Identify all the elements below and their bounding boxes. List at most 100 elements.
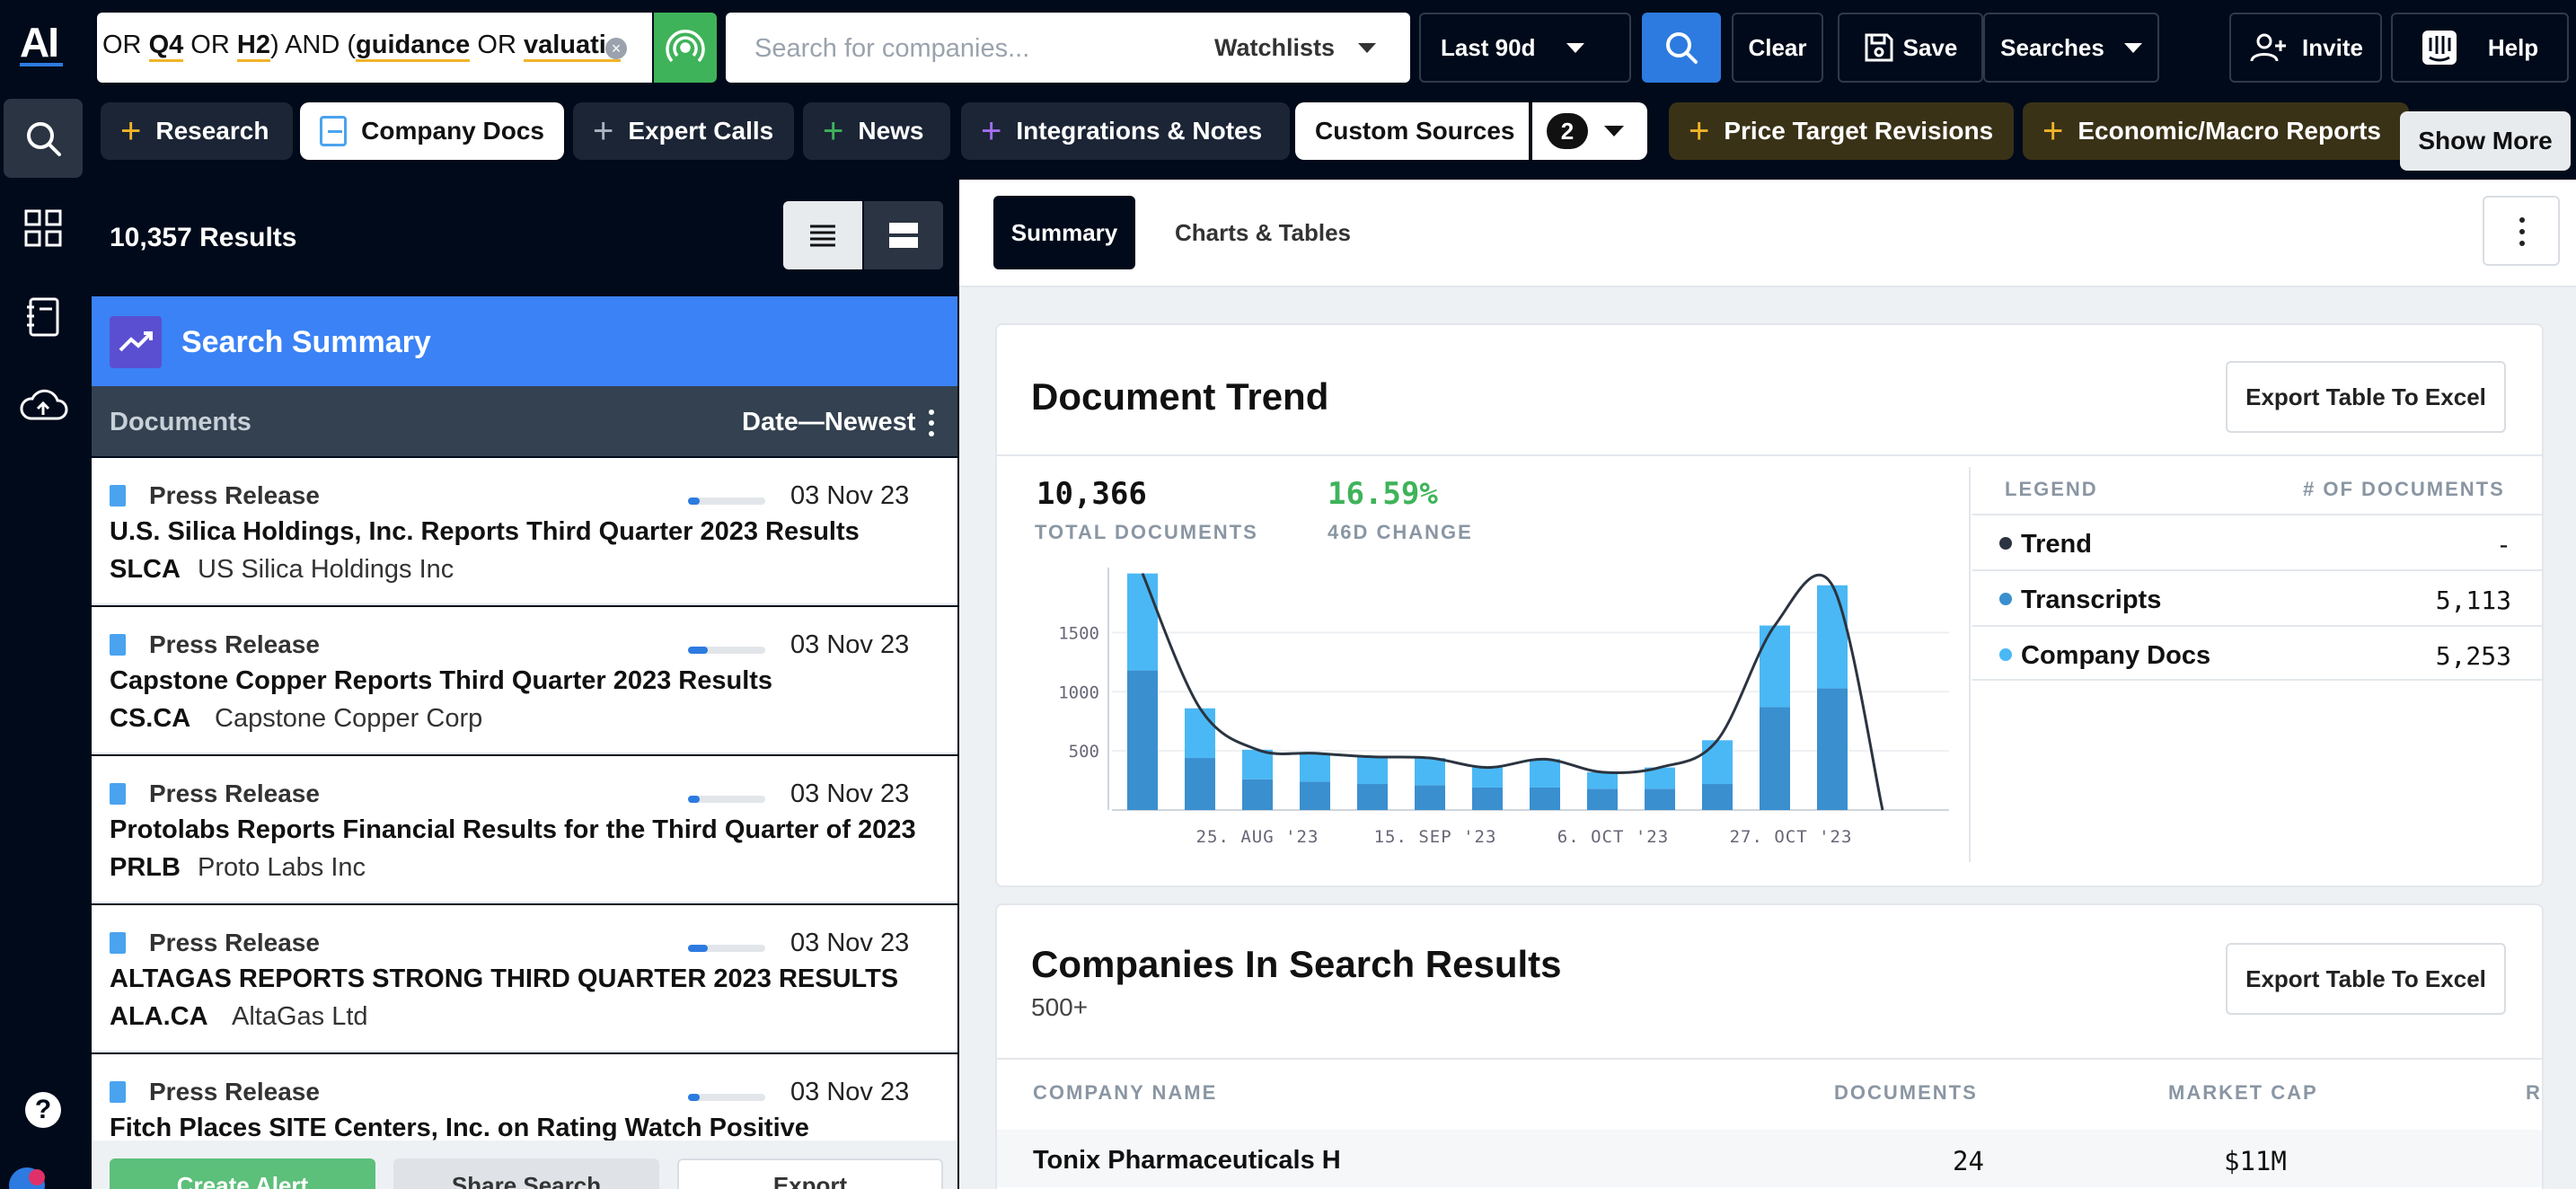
- help-circle-icon[interactable]: ?: [25, 1092, 61, 1128]
- cloud-upload-icon[interactable]: [18, 386, 68, 426]
- query-operator: OR: [102, 31, 149, 59]
- table-row[interactable]: Tonix Pharmaceuticals H 24 $11M: [997, 1130, 2542, 1187]
- query-box[interactable]: OR Q4 OR H2) AND (guidance OR valuatic ×: [97, 13, 652, 83]
- query-term-highlighted: guidance: [356, 31, 471, 62]
- live-search-button[interactable]: [654, 13, 717, 83]
- col-market-cap[interactable]: MARKET CAP: [2168, 1081, 2318, 1105]
- nav-search-button[interactable]: [4, 99, 83, 178]
- legend-row[interactable]: Trend -: [1972, 514, 2542, 569]
- clear-button[interactable]: Clear: [1732, 13, 1823, 83]
- add-user-icon: [2250, 33, 2287, 62]
- filter-expert-calls-label: Expert Calls: [628, 117, 774, 145]
- bar-transcripts: [1357, 784, 1388, 810]
- list-view-icon: [810, 225, 835, 247]
- market-cap-cell: $11M: [2224, 1146, 2287, 1176]
- save-button[interactable]: Save: [1838, 13, 1983, 83]
- bar-transcripts: [1472, 787, 1503, 810]
- trend-up-icon: [110, 316, 162, 368]
- relevance-fill: [688, 1094, 700, 1101]
- col-truncated[interactable]: R: [2526, 1081, 2540, 1105]
- query-text[interactable]: OR Q4 OR H2) AND (guidance OR valuatic: [102, 31, 621, 62]
- legend-row[interactable]: Transcripts 5,113: [1972, 569, 2542, 625]
- card-divider: [997, 1058, 2542, 1060]
- company-search-box[interactable]: Search for companies... Watchlists: [726, 13, 1410, 83]
- share-search-button[interactable]: Share Search: [393, 1158, 659, 1189]
- bar-transcripts: [1415, 785, 1445, 810]
- query-operator: OR: [183, 31, 237, 59]
- company-name-cell[interactable]: Tonix Pharmaceuticals H: [1033, 1146, 1341, 1176]
- doc-title[interactable]: Capstone Copper Reports Third Quarter 20…: [110, 666, 772, 696]
- bar-company-docs: [1127, 573, 1158, 671]
- documents-cell: 24: [1953, 1146, 1984, 1176]
- logo-underline: [20, 63, 63, 66]
- doc-ticker[interactable]: ALA.CA: [110, 1002, 208, 1032]
- sort-dropdown[interactable]: Date—Newest: [742, 408, 915, 437]
- search-summary-bar[interactable]: Search Summary: [92, 296, 957, 386]
- card-view-toggle[interactable]: [864, 201, 943, 269]
- create-alert-button[interactable]: Create Alert: [110, 1158, 375, 1189]
- col-documents[interactable]: DOCUMENTS: [1834, 1081, 1978, 1105]
- doc-ticker[interactable]: CS.CA: [110, 704, 190, 734]
- company-search-input[interactable]: Search for companies...: [754, 34, 1029, 64]
- companies-card: Companies In Search Results 500+ Export …: [995, 903, 2544, 1189]
- bar-company-docs: [1357, 756, 1388, 785]
- col-company-name[interactable]: COMPANY NAME: [1033, 1081, 1217, 1105]
- doc-title[interactable]: Fitch Places SITE Centers, Inc. on Ratin…: [110, 1114, 809, 1143]
- more-options-button[interactable]: [2483, 196, 2560, 266]
- logo[interactable]: AI: [20, 18, 59, 66]
- date-range-dropdown[interactable]: Last 90d: [1419, 13, 1631, 83]
- doc-ticker[interactable]: PRLB: [110, 853, 181, 883]
- dashboard-icon[interactable]: [23, 208, 63, 248]
- list-item[interactable]: Press Release 03 Nov 23 ALTAGAS REPORTS ST…: [92, 905, 957, 1052]
- searches-dropdown[interactable]: Searches: [1983, 13, 2159, 83]
- filter-research[interactable]: + Research: [101, 102, 293, 160]
- list-item[interactable]: Press Release 03 Nov 23 Protolabs Reports …: [92, 756, 957, 903]
- results-header: 10,357 Results: [92, 180, 957, 296]
- query-term-highlighted: H2: [236, 31, 270, 62]
- help-button[interactable]: Help: [2391, 13, 2569, 83]
- export-trend-button[interactable]: Export Table To Excel: [2226, 361, 2506, 433]
- doc-title[interactable]: U.S. Silica Holdings, Inc. Reports Third…: [110, 517, 860, 547]
- filter-economic-macro-reports[interactable]: + Economic/Macro Reports: [2023, 102, 2409, 160]
- floppy-disk-icon: [1865, 33, 1893, 62]
- filter-company-docs-label: Company Docs: [361, 117, 544, 145]
- tab-charts-tables[interactable]: Charts & Tables: [1175, 219, 1351, 247]
- search-button[interactable]: [1642, 13, 1721, 83]
- doc-title[interactable]: Protolabs Reports Financial Results for …: [110, 815, 916, 845]
- kebab-menu-icon[interactable]: [927, 408, 936, 438]
- custom-sources-count-badge: 2: [1547, 113, 1588, 149]
- show-more-button[interactable]: Show More: [2400, 111, 2571, 171]
- filter-integrations-notes[interactable]: + Integrations & Notes: [961, 102, 1290, 160]
- doc-date: 03 Nov 23: [790, 630, 910, 659]
- custom-sources-dropdown[interactable]: 2: [1532, 102, 1647, 160]
- legend-name: Trend: [2021, 530, 2092, 559]
- change-label: 46D CHANGE: [1328, 521, 1473, 543]
- doc-ticker[interactable]: SLCA: [110, 555, 181, 585]
- filter-company-docs[interactable]: Company Docs: [300, 102, 564, 160]
- doc-company: Capstone Copper Corp: [215, 704, 483, 733]
- relevance-bar: [688, 945, 765, 952]
- notebook-icon[interactable]: [25, 296, 61, 338]
- tab-summary[interactable]: Summary: [993, 196, 1135, 269]
- invite-button[interactable]: Invite: [2229, 13, 2382, 83]
- export-companies-button[interactable]: Export Table To Excel: [2226, 943, 2506, 1015]
- watchlists-dropdown[interactable]: Watchlists: [1214, 34, 1377, 62]
- filter-price-target-revisions[interactable]: + Price Target Revisions: [1669, 102, 2014, 160]
- filter-expert-calls[interactable]: + Expert Calls: [573, 102, 794, 160]
- list-item[interactable]: Press Release 03 Nov 23 Capstone Copper Re…: [92, 607, 957, 754]
- file-icon: [110, 1081, 126, 1103]
- custom-sources-button[interactable]: Custom Sources: [1295, 102, 1529, 160]
- bar-company-docs: [1242, 749, 1273, 779]
- bar-company-docs: [1702, 740, 1733, 785]
- broadcast-icon: [666, 30, 705, 63]
- change-value: 16.59%: [1328, 476, 1438, 512]
- list-item[interactable]: Press Release 03 Nov 23 U.S. Silica Holdin…: [92, 458, 957, 605]
- filter-news[interactable]: + News: [803, 102, 950, 160]
- save-label: Save: [1902, 33, 1958, 61]
- export-button[interactable]: Export: [677, 1158, 943, 1189]
- list-view-toggle[interactable]: [783, 201, 862, 269]
- doc-date: 03 Nov 23: [790, 1078, 910, 1106]
- clear-query-icon[interactable]: ×: [605, 38, 627, 59]
- doc-title[interactable]: ALTAGAS REPORTS STRONG THIRD QUARTER 202…: [110, 964, 898, 994]
- legend-row[interactable]: Company Docs 5,253: [1972, 625, 2542, 681]
